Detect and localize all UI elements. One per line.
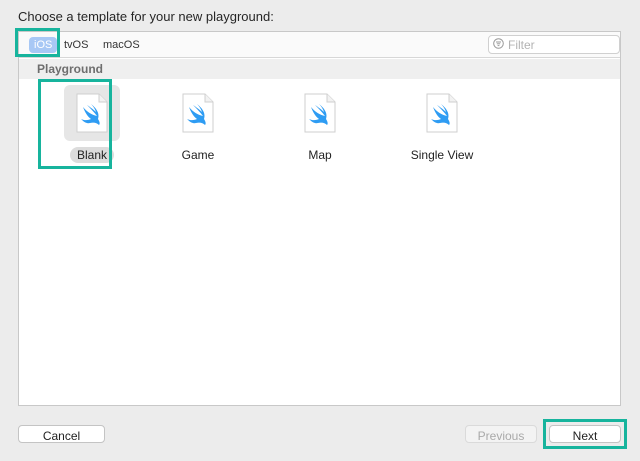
next-button[interactable]: Next [549,425,621,443]
template-panel: iOS tvOS macOS Playground [18,31,621,406]
swift-file-icon [182,93,214,133]
filter-field[interactable] [488,35,620,54]
tab-macos[interactable]: macOS [98,37,145,53]
swift-file-icon [426,93,458,133]
page-title: Choose a template for your new playgroun… [18,9,274,24]
template-label: Map [308,148,332,162]
template-map[interactable]: Map [280,85,360,165]
template-single-view[interactable]: Single View [402,85,482,165]
previous-button[interactable]: Previous [465,425,537,443]
cancel-button[interactable]: Cancel [18,425,105,443]
swift-file-icon [304,93,336,133]
filter-input[interactable] [504,37,608,52]
template-game[interactable]: Game [158,85,238,165]
template-blank[interactable]: Blank [52,85,132,165]
platform-toolbar: iOS tvOS macOS [19,32,620,58]
section-title: Playground [37,62,104,76]
tab-ios[interactable]: iOS [29,37,58,53]
template-label: Game [181,148,215,162]
template-label: Single View [410,148,474,162]
filter-icon [493,36,504,54]
tab-tvos[interactable]: tvOS [59,37,93,53]
swift-file-icon [76,93,108,133]
template-label: Blank [69,147,115,163]
section-header: Playground [19,59,620,79]
